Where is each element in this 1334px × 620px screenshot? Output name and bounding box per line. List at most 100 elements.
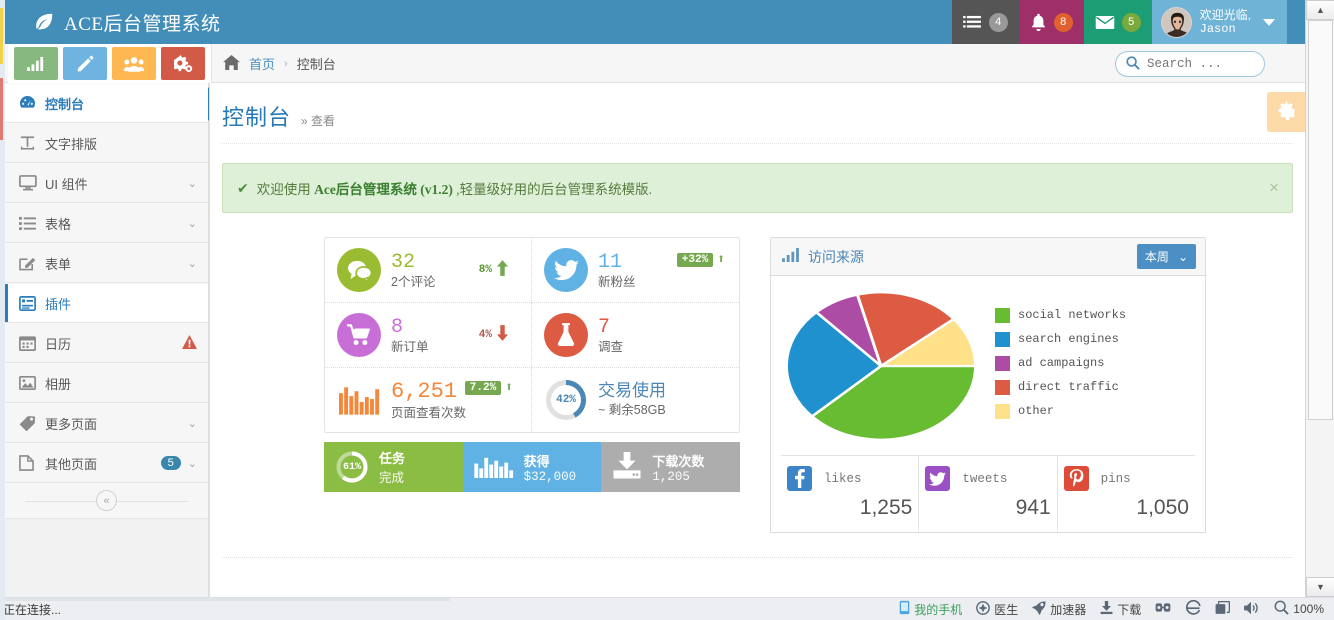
breadcrumb-home[interactable]: 首页 — [249, 54, 275, 73]
legend-swatch — [995, 403, 1010, 419]
infobox-trend: 4% — [479, 325, 509, 345]
infobox-number: 32 — [391, 250, 416, 274]
traffic-column: 访问来源 本周 ⌄ social networks search engines… — [750, 237, 1293, 533]
doctor-icon — [976, 600, 991, 618]
sidebar-item-gallery[interactable]: 相册 — [5, 363, 208, 403]
trend-value: 8% — [478, 264, 492, 276]
trend-value: +32% — [676, 252, 714, 267]
social-facebook[interactable]: likes 1,255 — [781, 456, 920, 532]
scroll-thumb[interactable] — [1308, 20, 1333, 420]
navbar-actions: 4 8 5 欢迎光临, Jason — [951, 0, 1287, 44]
status-item-ie[interactable] — [1185, 599, 1201, 619]
settings-shortcut[interactable] — [161, 47, 205, 80]
sidebar-item-forms[interactable]: 表单 ⌄ — [5, 243, 208, 283]
tasks-badge: 4 — [988, 12, 1008, 32]
vertical-scrollbar[interactable]: ▲ ▼ — [1305, 0, 1334, 597]
tag-icon — [19, 415, 45, 431]
messages-button[interactable]: 5 — [1083, 0, 1152, 44]
infobox-label: 调查 — [598, 339, 624, 354]
sidebar-item-dashboard[interactable]: 控制台 — [5, 83, 221, 123]
arrow-down-icon — [496, 325, 509, 345]
infobox-number: 8 — [391, 315, 404, 339]
sidebar-item-tables[interactable]: 表格 ⌄ — [5, 203, 208, 243]
search-input[interactable] — [1147, 57, 1259, 71]
scroll-track[interactable] — [1306, 20, 1334, 577]
infobox-number: 交易使用 — [598, 382, 666, 402]
legend-swatch — [995, 355, 1010, 371]
facebook-icon — [787, 466, 812, 491]
infobox-number: 7 — [598, 315, 611, 339]
search-box[interactable] — [1115, 51, 1265, 77]
status-item-volume[interactable] — [1244, 601, 1260, 618]
infobox-traffic-usage[interactable]: 42% 交易使用 ~ 剩余58GB — [532, 368, 739, 432]
infobox-body: 6,251 页面查看次数 — [391, 378, 466, 421]
sidebar-item-label: 更多页面 — [45, 416, 98, 432]
status-item-windows[interactable] — [1215, 600, 1231, 618]
status-item-glasses[interactable] — [1155, 602, 1171, 616]
traffic-sources-widget: 访问来源 本周 ⌄ social networks search engines… — [770, 237, 1206, 533]
legend-label: search engines — [1018, 332, 1119, 346]
sidebar-item-typography[interactable]: 文字排版 — [5, 123, 208, 163]
strip-downloads[interactable]: 下载次数 1,205 — [601, 442, 741, 492]
group-shortcut[interactable] — [112, 47, 156, 80]
alert-text: 欢迎使用 Ace后台管理系统 (v1.2) ,轻量级好用的后台管理系统模版. — [257, 178, 652, 198]
status-item-zoom[interactable]: 100% — [1274, 600, 1324, 618]
scroll-up-button[interactable]: ▲ — [1306, 0, 1334, 20]
pencil-icon — [77, 55, 94, 71]
window-edge-stripe — [0, 0, 5, 620]
brand[interactable]: ACE后台管理系统 — [33, 0, 221, 44]
user-name: Jason — [1199, 22, 1236, 36]
sidebar-item-plugins[interactable]: 插件 — [5, 283, 208, 323]
status-item-phone[interactable]: 我的手机 — [899, 600, 962, 618]
tasks-icon — [962, 15, 982, 30]
breadcrumb-separator: › — [284, 57, 288, 70]
infobox-body: 11 新粉丝 — [598, 250, 636, 291]
social-pinterest[interactable]: pins 1,050 — [1058, 456, 1195, 532]
notifications-badge: 8 — [1053, 12, 1073, 32]
scroll-down-button[interactable]: ▼ — [1306, 577, 1334, 597]
sidebar-item-calendar[interactable]: 日历 — [5, 323, 208, 363]
infobox-label: 新粉丝 — [598, 274, 636, 289]
infobox-grid: 32 2个评论 8% 11 新粉丝 +32% ⬆ 8 新订单 4% 7 调查 6… — [324, 237, 740, 433]
chart-shortcut[interactable] — [14, 47, 58, 80]
infobox-comments[interactable]: 32 2个评论 8% — [325, 238, 532, 303]
sidebar-item-ui-components[interactable]: UI 组件 ⌄ — [5, 163, 208, 203]
chevron-down-icon: ⌄ — [187, 177, 197, 190]
sidebar-item-more-pages[interactable]: 更多页面 ⌄ — [5, 403, 208, 443]
warning-icon — [182, 334, 197, 352]
avatar — [1160, 6, 1192, 38]
settings-toggle-button[interactable] — [1267, 92, 1305, 132]
breadcrumb-current: 控制台 — [296, 57, 336, 72]
infobox-number: 6,251 — [391, 379, 458, 405]
edit-shortcut[interactable] — [63, 47, 107, 80]
infobox-label: 页面查看次数 — [391, 405, 467, 420]
legend-swatch — [995, 307, 1010, 323]
stats-column: 32 2个评论 8% 11 新粉丝 +32% ⬆ 8 新订单 4% 7 调查 6… — [222, 237, 750, 533]
cart-icon — [337, 313, 381, 357]
phone-icon — [899, 600, 910, 618]
status-item-accelerator[interactable]: 加速器 — [1032, 600, 1086, 618]
status-item-doctor[interactable]: 医生 — [976, 600, 1018, 618]
legend-item: search engines — [995, 331, 1126, 347]
sidebar-item-label: 其他页面 — [45, 456, 98, 472]
close-icon[interactable]: × — [1269, 178, 1279, 198]
chevron-down-icon: ⌄ — [187, 217, 197, 230]
sidebar-item-other-pages[interactable]: 其他页面 5 ⌄ — [5, 443, 208, 483]
infobox-orders[interactable]: 8 新订单 4% — [325, 303, 532, 368]
tasks-button[interactable]: 4 — [951, 0, 1019, 44]
period-select[interactable]: 本周 ⌄ — [1136, 244, 1196, 269]
notifications-button[interactable]: 8 — [1018, 0, 1084, 44]
user-menu[interactable]: 欢迎光临, Jason — [1151, 0, 1287, 44]
status-item-download[interactable]: 下载 — [1100, 600, 1141, 618]
edit-square-icon — [19, 255, 45, 271]
infobox-surveys[interactable]: 7 调查 — [532, 303, 739, 368]
home-icon[interactable] — [223, 54, 240, 73]
alert-bold: Ace后台管理系统 (v1.2) — [314, 182, 453, 197]
social-twitter[interactable]: tweets 941 — [919, 456, 1058, 532]
page-title: 控制台 — [222, 105, 292, 130]
infobox-followers[interactable]: 11 新粉丝 +32% ⬆ — [532, 238, 739, 303]
double-chevron-left-icon[interactable]: « — [96, 490, 117, 511]
strip-tasks[interactable]: 61% 任务 完成 — [324, 442, 463, 492]
infobox-pageviews[interactable]: 6,251 页面查看次数 7.2% ⬆ — [325, 368, 532, 432]
strip-earnings[interactable]: 获得 $32,000 — [462, 442, 602, 492]
